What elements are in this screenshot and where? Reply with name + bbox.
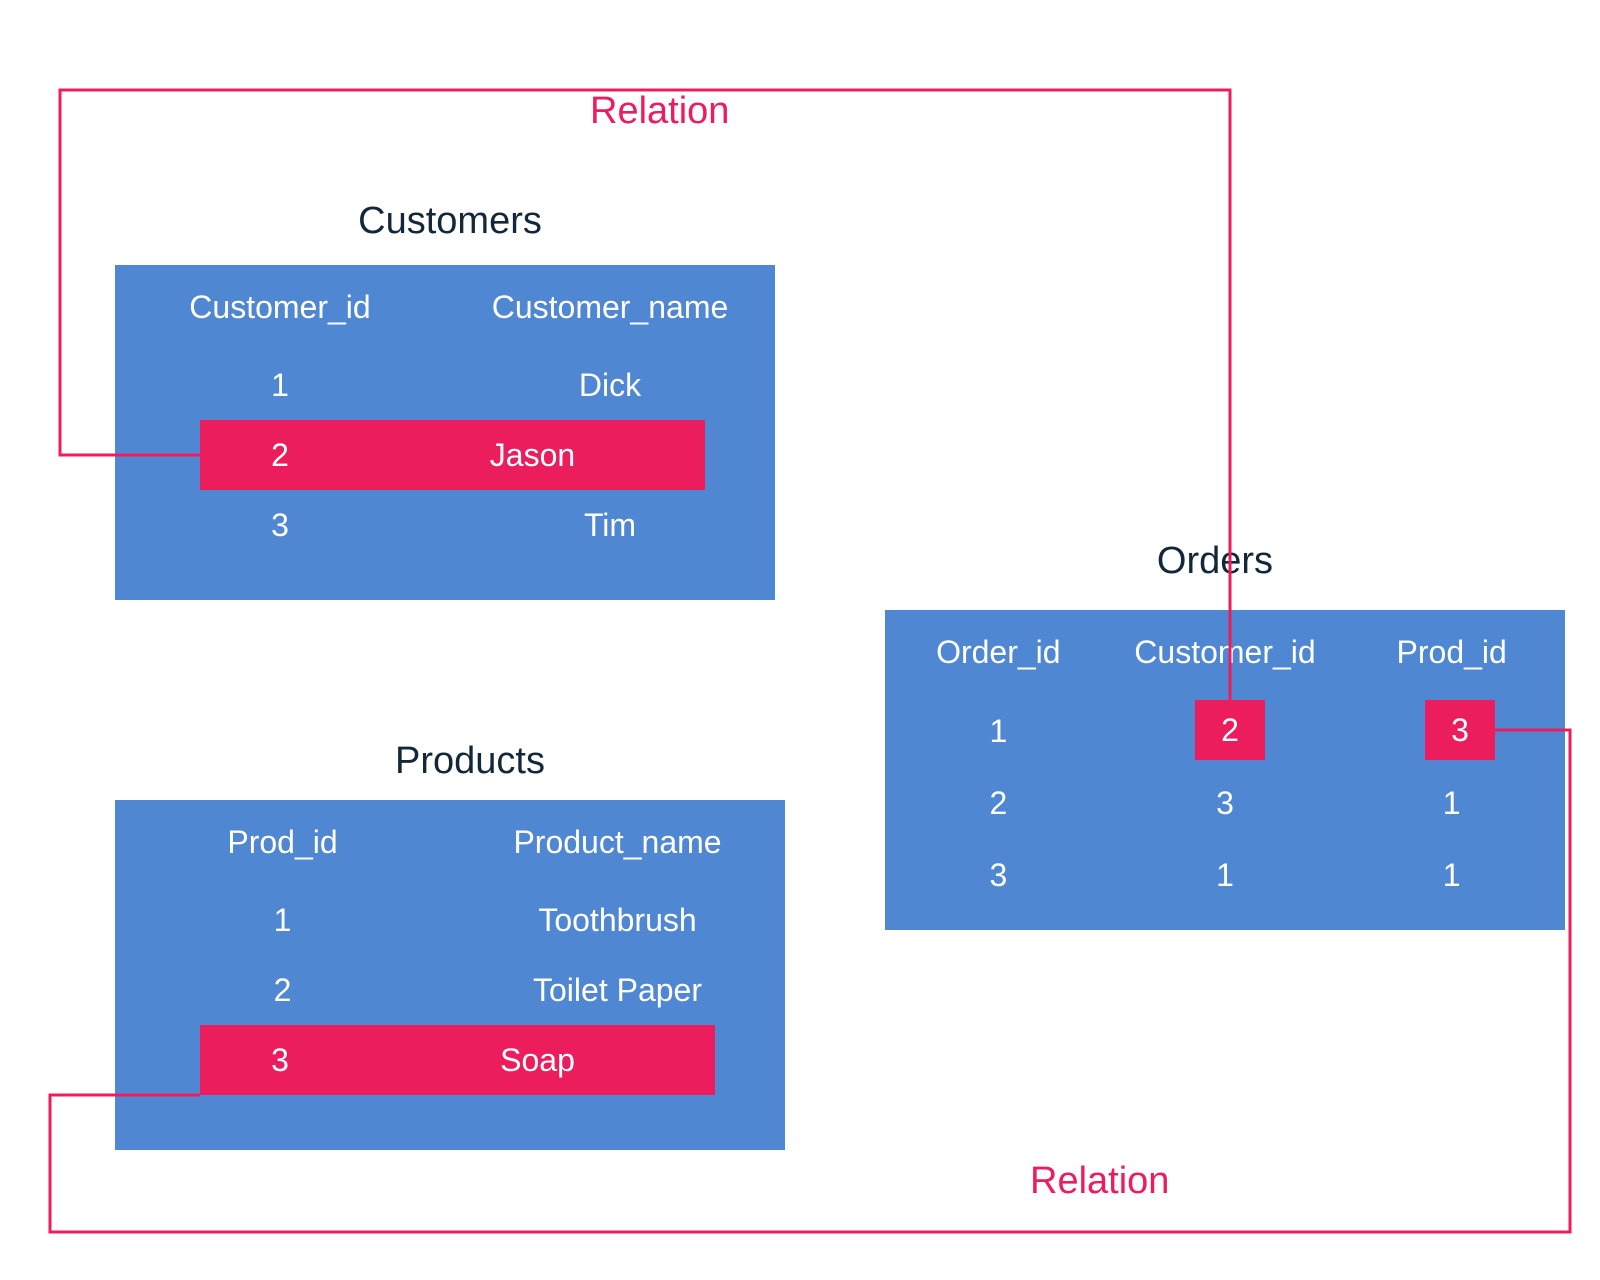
orders-header-row: Order_id Customer_id Prod_id: [885, 610, 1565, 695]
orders-header-customerid: Customer_id: [1112, 634, 1339, 671]
customer-name-cell: Tim: [445, 507, 775, 544]
customer-id-cell: 2: [200, 437, 360, 474]
relation-label-top: Relation: [590, 90, 729, 133]
table-row: 3 Tim: [115, 490, 775, 560]
customer-id-cell: 1: [115, 367, 445, 404]
product-name-cell: Toilet Paper: [450, 972, 785, 1009]
orders-header-prodid: Prod_id: [1338, 634, 1565, 671]
customer-name-cell: Jason: [360, 437, 705, 474]
order-id-cell: 3: [885, 857, 1112, 894]
customers-header-row: Customer_id Customer_name: [115, 265, 775, 350]
order-customerid-cell: 3: [1112, 785, 1339, 822]
relation-label-bottom: Relation: [1030, 1160, 1169, 1203]
product-name-cell: Soap: [360, 1042, 715, 1079]
product-id-cell: 1: [115, 902, 450, 939]
orders-highlight-customerid: 2: [1195, 700, 1265, 760]
orders-header-orderid: Order_id: [885, 634, 1112, 671]
products-header-name: Product_name: [450, 824, 785, 861]
customers-header-id: Customer_id: [115, 289, 445, 326]
table-row: 2 3 1: [885, 767, 1565, 839]
orders-title: Orders: [1140, 540, 1290, 583]
table-row: 1 Dick: [115, 350, 775, 420]
products-row-highlight: 3 Soap: [200, 1025, 715, 1095]
products-header-id: Prod_id: [115, 824, 450, 861]
products-table: Prod_id Product_name 1 Toothbrush 2 Toil…: [115, 800, 785, 1150]
customers-table: Customer_id Customer_name 1 Dick 2 Jason…: [115, 265, 775, 600]
order-prodid-cell: 1: [1338, 785, 1565, 822]
diagram-stage: { "labels": { "relation_top": "Relation"…: [0, 0, 1600, 1280]
order-id-cell: 2: [885, 785, 1112, 822]
order-prodid-cell: 1: [1338, 857, 1565, 894]
table-row: 3 1 1: [885, 839, 1565, 911]
product-id-cell: 2: [115, 972, 450, 1009]
orders-highlight-prodid: 3: [1425, 700, 1495, 760]
customers-header-name: Customer_name: [445, 289, 775, 326]
table-row: 2 Toilet Paper: [115, 955, 785, 1025]
products-title: Products: [370, 740, 570, 783]
product-id-cell: 3: [200, 1042, 360, 1079]
orders-table: Order_id Customer_id Prod_id 1 2 3 2 3 1…: [885, 610, 1565, 930]
customers-row-highlight: 2 Jason: [200, 420, 705, 490]
product-name-cell: Toothbrush: [450, 902, 785, 939]
customer-id-cell: 3: [115, 507, 445, 544]
customers-title: Customers: [320, 200, 580, 243]
customer-name-cell: Dick: [445, 367, 775, 404]
table-row: 1 Toothbrush: [115, 885, 785, 955]
products-header-row: Prod_id Product_name: [115, 800, 785, 885]
order-id-cell: 1: [885, 713, 1112, 750]
order-customerid-cell: 1: [1112, 857, 1339, 894]
